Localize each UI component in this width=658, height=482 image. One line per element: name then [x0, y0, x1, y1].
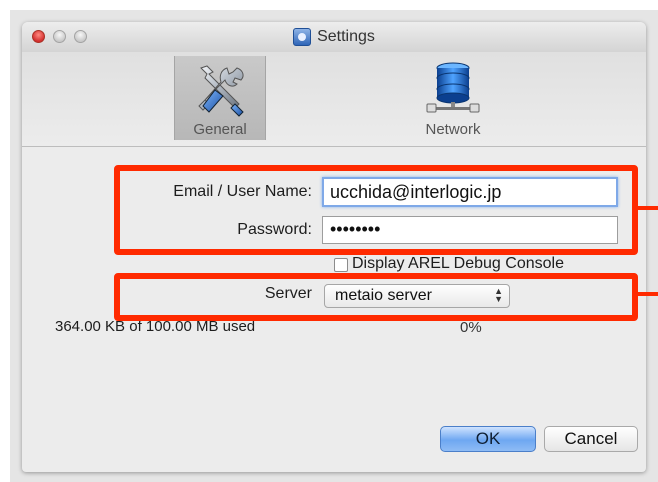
tab-network[interactable]: Network: [408, 56, 498, 140]
tools-icon: [198, 65, 244, 117]
server-select[interactable]: metaio server ▲ ▼: [324, 284, 510, 308]
tab-general-label: General: [193, 121, 247, 138]
password-field[interactable]: ••••••••: [322, 216, 618, 244]
email-label: Email / User Name:: [173, 183, 312, 200]
preferences-toolbar: General Network: [22, 52, 646, 147]
storage-usage-text: 364.00 KB of 100.00 MB used: [55, 318, 256, 335]
server-label: Server: [264, 285, 312, 302]
settings-app-icon: [293, 28, 312, 46]
title-bar: Settings: [22, 22, 646, 53]
select-updown-icon: ▲ ▼: [494, 286, 503, 304]
email-field[interactable]: [322, 177, 618, 207]
settings-window: Settings General Network Email / User Na…: [22, 22, 646, 472]
server-select-value: metaio server: [335, 287, 432, 304]
ok-button[interactable]: OK: [440, 426, 536, 452]
password-label: Password:: [237, 221, 312, 238]
tab-general[interactable]: General: [174, 56, 266, 140]
account-highlight-pointer: [638, 206, 658, 210]
tab-network-label: Network: [425, 121, 481, 138]
window-title-group: Settings: [22, 22, 646, 52]
cancel-button[interactable]: Cancel: [544, 426, 638, 452]
storage-percent: 0%: [460, 319, 482, 336]
debug-console-checkbox[interactable]: [334, 258, 348, 272]
window-title: Settings: [317, 28, 375, 45]
server-highlight-pointer: [638, 292, 658, 296]
debug-console-label: Display AREL Debug Console: [352, 255, 564, 272]
database-network-icon: [426, 62, 480, 113]
